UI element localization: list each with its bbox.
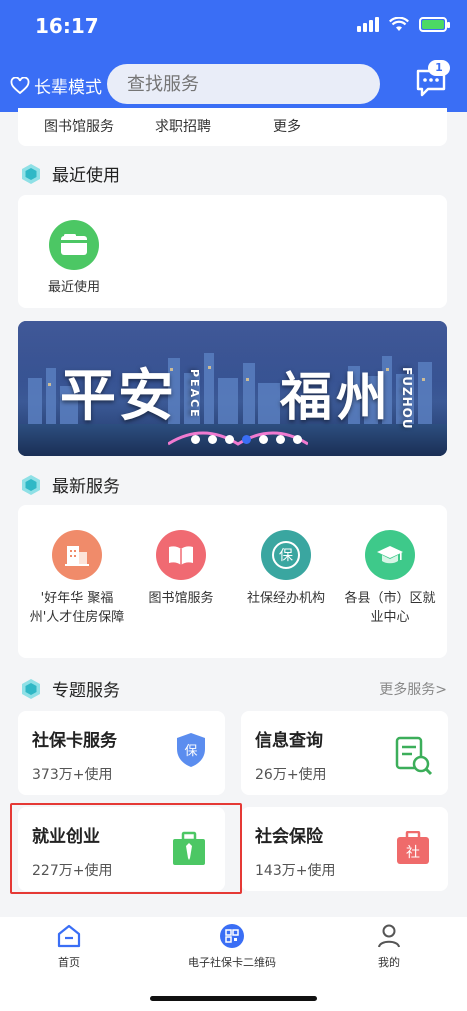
banner-sub-left: PEACE [188,369,201,419]
card-icon [49,220,99,270]
section-hex-icon [22,678,40,699]
status-time: 16:17 [35,14,99,38]
heart-icon [10,76,30,94]
carousel-dot[interactable] [293,435,302,444]
more-services-link[interactable]: 更多服务> [379,679,447,699]
topic-count: 26万+使用 [255,767,327,783]
message-badge: 1 [428,60,450,76]
tab-qr-code[interactable]: 电子社保卡二维码 [188,923,276,970]
banner-main-right: 福州 [280,368,393,428]
banner-sub-right: FUZHOU [400,367,414,430]
recent-item-label: 最近使用 [48,280,101,295]
status-icons [357,16,450,32]
recent-card: 最近使用 [18,195,447,308]
building-icon [52,530,102,580]
newest-card: '好年华 聚福州'人才住房保障 图书馆服务 保 社保经办机构 各县（市）区就业中… [18,505,447,658]
quick-link-more[interactable]: 更多 [273,116,301,136]
newest-section-title: 最新服务 [20,472,120,497]
shield-icon: 保 [177,733,205,767]
app-header: 16:17 长辈模式 1 [0,0,467,112]
carousel-dot[interactable] [208,435,217,444]
carousel-dot[interactable] [225,435,234,444]
topics-title-text: 专题服务 [52,681,120,701]
tab-label: 首页 [58,956,80,969]
section-hex-icon [22,163,40,184]
quick-link-library[interactable]: 图书馆服务 [44,116,114,136]
topics-section-title: 专题服务 [20,676,120,701]
status-bar: 16:17 [0,0,467,52]
topic-title: 社保卡服务 [32,731,117,751]
newest-item-label: '好年华 聚福州'人才住房保障 [29,591,125,625]
qr-code-icon [220,924,244,948]
doc-search-icon [395,736,433,776]
quick-links-card: 图书馆服务 求职招聘 更多 [18,108,447,146]
elder-mode-button[interactable]: 长辈模式 [10,73,102,98]
carousel-dot[interactable] [276,435,285,444]
svg-text:保: 保 [184,744,197,759]
topic-card-social-insurance[interactable]: 社会保险 143万+使用 社 [241,807,448,891]
search-input[interactable] [107,64,380,104]
newest-title-text: 最新服务 [52,477,120,497]
carousel-dots [191,435,302,444]
topic-card-social-card[interactable]: 社保卡服务 373万+使用 保 [18,711,225,795]
section-hex-icon [22,474,40,495]
home-icon [57,924,81,948]
banner-main-left: 平安 [60,364,176,429]
she-icon: 社 [397,831,429,864]
tab-home[interactable]: 首页 [56,923,82,970]
battery-icon [419,16,450,32]
shield-bao-icon: 保 [261,530,311,580]
tab-me[interactable]: 我的 [376,923,402,970]
topic-count: 143万+使用 [255,863,336,879]
newest-item-housing[interactable]: '好年华 聚福州'人才住房保障 [28,530,126,627]
newest-item-library[interactable]: 图书馆服务 [136,530,226,608]
carousel-dot-active[interactable] [242,435,251,444]
newest-item-label: 图书馆服务 [148,591,214,606]
home-indicator [150,996,317,1001]
newest-item-label: 各县（市）区就业中心 [344,591,436,625]
recent-title-text: 最近使用 [52,166,120,186]
tab-label: 我的 [378,956,400,969]
carousel-dot[interactable] [191,435,200,444]
selection-highlight [10,803,242,894]
signal-icon [357,16,379,32]
topic-title: 信息查询 [255,731,323,751]
newest-item-label: 社保经办机构 [246,591,325,606]
topic-card-info-query[interactable]: 信息查询 26万+使用 [241,711,448,795]
newest-item-social-security-office[interactable]: 保 社保经办机构 [240,530,332,608]
topic-count: 373万+使用 [32,767,113,783]
banner-carousel[interactable]: 平安 PEACE 福州 FUZHOU [18,321,447,456]
topic-title: 社会保险 [255,827,323,847]
wifi-icon [389,16,409,31]
newest-item-employment-center[interactable]: 各县（市）区就业中心 [341,530,439,627]
tab-label: 电子社保卡二维码 [188,956,276,969]
graduation-cap-icon [365,530,415,580]
elder-mode-label: 长辈模式 [34,78,102,98]
user-icon [378,924,400,948]
svg-text:保: 保 [279,548,293,564]
recent-item[interactable]: 最近使用 [48,220,100,297]
carousel-dot[interactable] [259,435,268,444]
search-bar[interactable] [107,64,380,104]
recent-section-title: 最近使用 [20,161,120,186]
svg-text:社: 社 [406,845,420,861]
book-icon [156,530,206,580]
quick-link-jobs[interactable]: 求职招聘 [155,116,211,136]
